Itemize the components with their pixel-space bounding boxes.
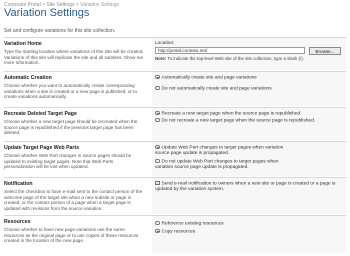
recreate-option[interactable]: Recreate a new target page when the sour… (155, 110, 302, 117)
update-web-parts-option[interactable]: Update Web Part changes to target pages … (155, 144, 285, 157)
page-title: Variation Settings (4, 7, 90, 19)
section-automatic-creation: Automatic Creation Choose whether you wa… (4, 71, 346, 106)
radio-selected[interactable] (155, 110, 160, 115)
section-description: Choose whether you want to automatically… (4, 83, 138, 100)
option-label: Update Web Part changes to target pages … (155, 145, 284, 157)
note-label: Note: (155, 56, 167, 61)
section-recreate-target-page: Recreate Deleted Target Page Choose whet… (4, 107, 346, 140)
section-title: Variation Home (4, 41, 42, 47)
radio-unselected[interactable] (155, 85, 160, 90)
section-description: Choose whether a new target page should … (4, 119, 138, 136)
reference-resources-option[interactable]: Reference existing resources (155, 220, 224, 227)
section-title: Recreate Deleted Target Page (4, 111, 77, 117)
option-label: Automatically create site and page varia… (161, 75, 257, 81)
section-title: Notification (4, 181, 33, 187)
location-label: Location: (155, 41, 175, 46)
no-update-web-parts-option[interactable]: Do not update Web Part changes to target… (155, 158, 285, 171)
radio-selected[interactable] (155, 144, 160, 149)
no-auto-create-option[interactable]: Do not automatically create site and pag… (155, 85, 272, 92)
checkbox-label: Send e-mail notification to owners when … (155, 181, 336, 193)
section-description: Choose whether Web Part changes in sourc… (4, 153, 132, 170)
option-label: Recreate a new target page when the sour… (161, 111, 302, 117)
section-resources: Resources Choose whether to have new pag… (4, 215, 346, 253)
location-note: Note: To indicate the top-level Web site… (155, 56, 304, 61)
no-recreate-option[interactable]: Do not recreate a new target page when t… (155, 117, 341, 124)
option-label: Do not recreate a new target page when t… (161, 118, 316, 124)
radio-selected[interactable] (155, 74, 160, 79)
option-label: Reference existing resources (161, 221, 224, 227)
notification-checkbox[interactable]: ✓ (155, 180, 160, 185)
section-description: Choose whether to have new page variatio… (4, 227, 139, 244)
browse-button[interactable]: Browse... (309, 46, 341, 55)
location-input[interactable] (155, 47, 305, 54)
section-description: Select the checkbox to have e-mail sent … (4, 189, 143, 211)
page-description: Set and configure variations for this si… (4, 28, 116, 34)
option-label: Do not automatically create site and pag… (161, 86, 272, 92)
radio-unselected[interactable] (155, 117, 160, 122)
radio-selected[interactable] (155, 228, 160, 233)
note-text: To indicate the top-level Web site of th… (167, 56, 304, 61)
section-variation-home: Variation Home Type the starting locatio… (4, 37, 346, 70)
section-title: Resources (4, 219, 31, 225)
auto-create-option[interactable]: Automatically create site and page varia… (155, 74, 257, 81)
section-update-web-parts: Update Target Page Web Parts Choose whet… (4, 141, 346, 176)
section-description: Type the starting location where variati… (4, 49, 144, 66)
option-label: Copy resources (161, 229, 196, 235)
notification-option[interactable]: ✓ Send e-mail notification to owners when… (155, 180, 341, 193)
radio-unselected[interactable] (155, 220, 160, 225)
section-notification: Notification Select the checkbox to have… (4, 177, 346, 214)
option-label: Do not update Web Part changes to target… (155, 159, 279, 171)
section-title: Update Target Page Web Parts (4, 145, 80, 151)
copy-resources-option[interactable]: Copy resources (155, 228, 196, 235)
section-title: Automatic Creation (4, 75, 52, 81)
radio-unselected[interactable] (155, 158, 160, 163)
